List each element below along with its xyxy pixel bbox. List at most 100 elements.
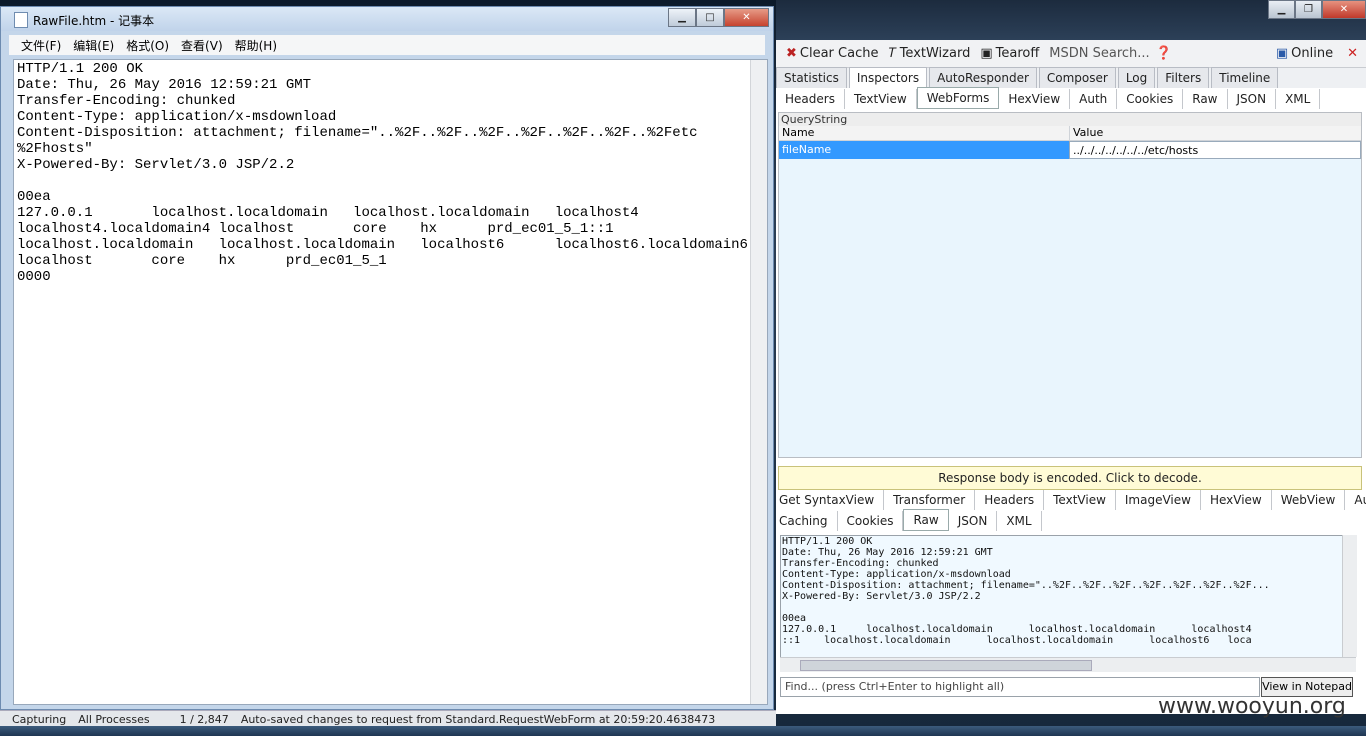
text-line: Content-Type: application/x-msdownload <box>17 109 337 125</box>
clear-cache-icon: ✖ <box>786 46 797 61</box>
querystring-row[interactable]: fileName ../../../../../../../etc/hosts <box>779 141 1361 159</box>
fiddler-titlebar: ▁ ❐ ✕ <box>776 0 1366 40</box>
text-line: %2Fhosts" <box>17 141 93 157</box>
text-line: localhost core hx prd_ec01_5_1 <box>17 253 387 269</box>
fiddler-window: ▁ ❐ ✕ ✖ Clear Cache 𝑇 TextWizard ▣ Tearoff … <box>776 0 1366 714</box>
resp-tab-headers[interactable]: Headers <box>975 490 1045 510</box>
text-line: Content-Disposition: attachment; filenam… <box>17 125 698 141</box>
request-subtabs: Headers TextView WebForms HexView Auth C… <box>776 87 1366 109</box>
session-count: 1 / 2,847 <box>179 712 229 726</box>
msdn-search-box[interactable]: MSDN Search... ❓ <box>1049 46 1175 61</box>
textwizard-button[interactable]: 𝑇 TextWizard <box>888 46 970 61</box>
tab-inspectors[interactable]: Inspectors <box>848 67 928 88</box>
param-value-cell[interactable]: ../../../../../../../etc/hosts <box>1069 141 1361 159</box>
req-tab-webforms[interactable]: WebForms <box>916 87 1000 109</box>
response-subtabs-row2: Caching Cookies Raw JSON XML <box>776 509 1366 531</box>
querystring-empty-area <box>779 159 1361 457</box>
req-tab-hexview[interactable]: HexView <box>999 89 1071 109</box>
raw-line: Content-Type: application/x-msdownload <box>782 569 1011 580</box>
resp-tab-raw[interactable]: Raw <box>903 509 949 531</box>
raw-line: 00ea <box>782 613 807 624</box>
raw-horizontal-scrollbar[interactable] <box>780 657 1356 672</box>
resp-tab-textview[interactable]: TextView <box>1044 490 1116 510</box>
menu-file[interactable]: 文件(F) <box>21 37 61 54</box>
resp-tab-auth[interactable]: Auth <box>1345 490 1366 510</box>
notepad-title: RawFile.htm - 记事本 <box>33 14 155 28</box>
scroll-thumb[interactable] <box>800 660 1092 671</box>
close-button[interactable]: ✕ <box>1322 0 1366 19</box>
fiddler-toolbar: ✖ Clear Cache 𝑇 TextWizard ▣ Tearoff MSDN S… <box>776 40 1366 68</box>
restore-button[interactable]: ❐ <box>1295 0 1322 19</box>
capturing-indicator[interactable]: Capturing <box>12 713 66 726</box>
menu-help[interactable]: 帮助(H) <box>235 37 277 54</box>
tab-autoresponder[interactable]: AutoResponder <box>929 67 1037 88</box>
resp-tab-webview[interactable]: WebView <box>1272 490 1346 510</box>
notepad-close-button[interactable]: ✕ <box>724 8 769 27</box>
notepad-text-area[interactable]: HTTP/1.1 200 OK Date: Thu, 26 May 2016 1… <box>13 59 768 705</box>
column-value-header[interactable]: Value <box>1070 126 1103 140</box>
online-indicator[interactable]: ▣ Online ✕ <box>1276 46 1358 61</box>
tab-log[interactable]: Log <box>1117 67 1156 88</box>
text-line <box>17 173 748 189</box>
resp-tab-cookies[interactable]: Cookies <box>838 511 904 531</box>
menu-format[interactable]: 格式(O) <box>126 37 169 54</box>
req-tab-json[interactable]: JSON <box>1228 89 1277 109</box>
req-tab-cookies[interactable]: Cookies <box>1117 89 1184 109</box>
resp-tab-xml[interactable]: XML <box>997 511 1042 531</box>
raw-vertical-scrollbar[interactable] <box>1342 535 1357 657</box>
querystring-header: Name Value <box>779 126 1361 141</box>
decode-notice[interactable]: Response body is encoded. Click to decod… <box>778 466 1362 490</box>
text-line: Date: Thu, 26 May 2016 12:59:21 GMT <box>17 77 312 93</box>
resp-tab-imageview[interactable]: ImageView <box>1116 490 1201 510</box>
raw-line: 127.0.0.1 localhost.localdomain localhos… <box>782 624 1252 635</box>
raw-response-text[interactable]: HTTP/1.1 200 OK Date: Thu, 26 May 2016 1… <box>780 535 1353 659</box>
raw-line <box>782 602 1352 613</box>
querystring-panel: QueryString Name Value fileName ../../..… <box>778 112 1362 458</box>
resp-tab-caching[interactable]: Caching <box>776 511 838 531</box>
req-tab-textview[interactable]: TextView <box>845 89 917 109</box>
raw-line: Date: Thu, 26 May 2016 12:59:21 GMT <box>782 547 993 558</box>
menu-view[interactable]: 查看(V) <box>181 37 223 54</box>
resp-tab-syntaxview[interactable]: Get SyntaxView <box>776 490 885 510</box>
close-toolbar-icon[interactable]: ✕ <box>1347 46 1358 61</box>
notepad-window: RawFile.htm - 记事本 ▁ □ ✕ 文件(F) 编辑(E) 格式(O… <box>0 6 774 710</box>
tab-timeline[interactable]: Timeline <box>1211 67 1279 88</box>
tearoff-icon: ▣ <box>980 46 993 61</box>
status-message: Auto-saved changes to request from Stand… <box>240 712 716 726</box>
tab-composer[interactable]: Composer <box>1038 67 1116 88</box>
notepad-vertical-scrollbar[interactable] <box>750 60 767 704</box>
clear-cache-button[interactable]: ✖ Clear Cache <box>786 46 878 61</box>
req-tab-headers[interactable]: Headers <box>776 89 845 109</box>
response-subtabs-row1: Get SyntaxView Transformer Headers TextV… <box>776 490 1366 510</box>
notepad-maximize-button[interactable]: □ <box>696 8 724 27</box>
tearoff-button[interactable]: ▣ Tearoff <box>980 46 1039 61</box>
process-filter[interactable]: All Processes <box>78 713 149 726</box>
text-line: HTTP/1.1 200 OK <box>17 61 144 77</box>
main-tabs: Statistics Inspectors AutoResponder Comp… <box>776 67 1366 88</box>
param-name-cell[interactable]: fileName <box>779 141 1069 159</box>
windows-taskbar <box>0 726 1366 736</box>
notepad-minimize-button[interactable]: ▁ <box>668 8 696 27</box>
notepad-icon <box>14 12 28 28</box>
minimize-button[interactable]: ▁ <box>1268 0 1295 19</box>
notepad-menubar: 文件(F) 编辑(E) 格式(O) 查看(V) 帮助(H) <box>9 35 765 55</box>
tab-statistics[interactable]: Statistics <box>776 67 847 88</box>
watermark: www.wooyun.org <box>1158 694 1346 719</box>
req-tab-auth[interactable]: Auth <box>1070 89 1118 109</box>
text-line: Transfer-Encoding: chunked <box>17 93 236 109</box>
text-line: 00ea <box>17 189 51 205</box>
resp-tab-transformer[interactable]: Transformer <box>884 490 976 510</box>
menu-edit[interactable]: 编辑(E) <box>73 37 114 54</box>
resp-tab-hexview[interactable]: HexView <box>1201 490 1272 510</box>
notepad-titlebar[interactable]: RawFile.htm - 记事本 ▁ □ ✕ <box>1 7 773 31</box>
tab-filters[interactable]: Filters <box>1157 67 1210 88</box>
help-icon[interactable]: ❓ <box>1156 46 1172 61</box>
resp-tab-json[interactable]: JSON <box>949 511 998 531</box>
raw-line: Content-Disposition: attachment; filenam… <box>782 580 1270 591</box>
req-tab-xml[interactable]: XML <box>1276 89 1321 109</box>
column-name-header[interactable]: Name <box>779 126 1070 140</box>
req-tab-raw[interactable]: Raw <box>1183 89 1228 109</box>
text-line: localhost.localdomain localhost.localdom… <box>17 237 748 253</box>
online-icon: ▣ <box>1275 46 1289 61</box>
text-line: localhost4.localdomain4 localhost core h… <box>17 221 614 237</box>
